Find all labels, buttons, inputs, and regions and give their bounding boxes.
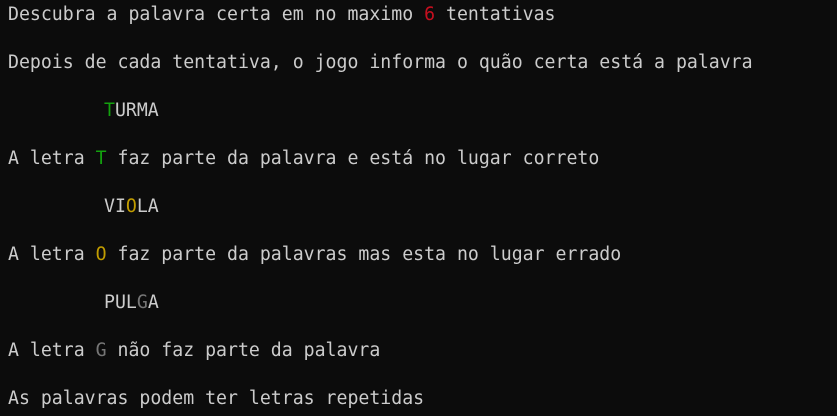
intro-text-end: tentativas: [435, 4, 556, 25]
explanation-not-in-word: A letra G não faz parte da palavra: [8, 339, 380, 363]
example-word-pulga: PULGA: [8, 291, 159, 315]
explanation-correct-place: A letra T faz parte da palavra e está no…: [8, 147, 599, 171]
explanation-prefix: A letra: [8, 244, 96, 265]
word-segment: VI: [104, 196, 126, 217]
max-attempts-number: 6: [424, 4, 436, 25]
letter-wrong-place: O: [125, 196, 137, 217]
intro-line-feedback: Depois de cada tentativa, o jogo informa…: [8, 52, 753, 73]
explanation-letter-green: T: [95, 148, 107, 169]
letter-correct-place: T: [104, 100, 115, 121]
example-word-turma: TURMA: [8, 99, 159, 123]
word-segment: PUL: [104, 292, 137, 313]
explanation-text: faz parte da palavras mas esta no lugar …: [106, 244, 622, 265]
explanation-letter-gray: G: [95, 340, 107, 361]
word-segment: URMA: [114, 100, 159, 121]
example-word-viola: VIOLA: [8, 195, 159, 219]
terminal-window: Descubra a palavra certa em no maximo 6 …: [0, 0, 837, 416]
word-segment: A: [147, 292, 159, 313]
explanation-text: não faz parte da palavra: [106, 340, 381, 361]
explanation-prefix: A letra: [8, 340, 96, 361]
explanation-prefix: A letra: [8, 148, 96, 169]
intro-text-start: Descubra a palavra certa em no maximo: [8, 4, 425, 25]
intro-line-attempts: Descubra a palavra certa em no maximo 6 …: [8, 3, 556, 27]
explanation-text: faz parte da palavra e está no lugar cor…: [106, 148, 600, 169]
explanation-letter-yellow: O: [95, 244, 107, 265]
explanation-wrong-place: A letra O faz parte da palavras mas esta…: [8, 243, 621, 267]
word-segment: LA: [136, 196, 159, 217]
footer-repeated-letters: As palavras podem ter letras repetidas: [8, 388, 425, 409]
letter-not-in-word: G: [136, 292, 148, 313]
